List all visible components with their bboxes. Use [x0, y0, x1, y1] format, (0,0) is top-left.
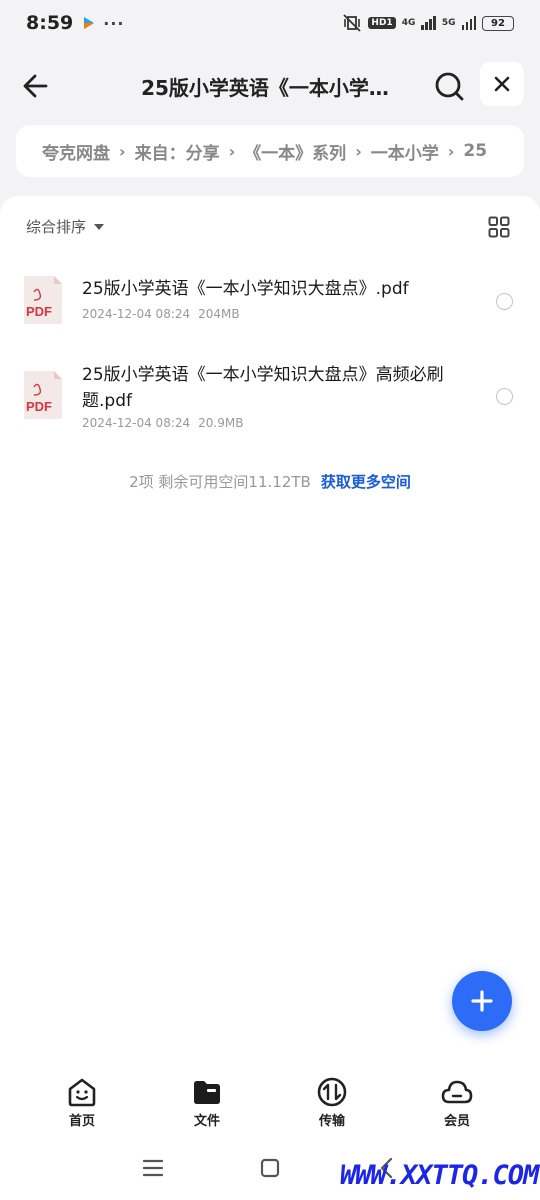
status-bar: 8:59 ··· HD1 4G 5G 92 — [0, 0, 540, 46]
file-name: 25版小学英语《一本小学知识大盘点》.pdf — [82, 279, 409, 299]
breadcrumb-item-root[interactable]: 夸克网盘 — [42, 139, 110, 164]
breadcrumb-item-folder[interactable]: 一本小学 — [371, 139, 439, 164]
sort-label: 综合排序 — [26, 218, 87, 236]
file-meta: 2024-12-04 08:24 20.9MB — [82, 416, 251, 430]
cloud-icon — [441, 1080, 473, 1104]
file-row[interactable]: PDF 25版小学英语《一本小学知识大盘点》高频必刷题.pdf 2024-12-… — [0, 360, 540, 440]
home-icon — [68, 1078, 96, 1107]
net-4g-label: 4G — [401, 18, 416, 28]
chevron-right-icon: › — [447, 141, 455, 161]
breadcrumb-item-current[interactable]: 25 — [463, 141, 487, 161]
search-icon[interactable] — [432, 68, 468, 104]
file-date: 2024-12-04 08:24 — [82, 416, 191, 430]
select-radio[interactable] — [496, 388, 513, 405]
storage-info: 2项 剩余可用空间11.12TB 获取更多空间 — [0, 471, 540, 492]
file-row[interactable]: PDF 25版小学英语《一本小学知识大盘点》.pdf 2024-12-04 08… — [0, 266, 540, 336]
pdf-file-icon: PDF — [24, 371, 62, 419]
tab-transfer[interactable]: 传输 — [292, 1076, 372, 1129]
battery-icon: 92 — [482, 15, 514, 31]
chevron-right-icon: › — [228, 141, 236, 161]
plus-icon — [471, 990, 493, 1012]
file-list-panel: 综合排序 PDF 25版小学英语《一本小学知识大盘点》.pdf 2024-12-… — [0, 196, 540, 1200]
file-meta: 2024-12-04 08:24 204MB — [82, 307, 248, 321]
tab-membership[interactable]: 会员 — [417, 1076, 497, 1129]
pdf-label: PDF — [26, 304, 52, 319]
grid-view-icon[interactable] — [488, 216, 510, 238]
app-play-icon — [84, 17, 95, 29]
get-more-space-link[interactable]: 获取更多空间 — [321, 473, 411, 491]
status-icons: HD1 4G 5G 92 — [342, 14, 514, 32]
pdf-file-icon: PDF — [24, 276, 62, 324]
status-time: 8:59 — [26, 12, 74, 34]
menu-icon[interactable] — [141, 1156, 165, 1180]
tab-files[interactable]: 文件 — [167, 1076, 247, 1129]
close-button[interactable] — [480, 62, 524, 106]
page-title: 25版小学英语《一本小学… — [141, 76, 389, 100]
signal-icon-2 — [461, 16, 476, 30]
breadcrumb-item-series[interactable]: 《一本》系列 — [244, 139, 346, 164]
sort-dropdown[interactable]: 综合排序 — [26, 216, 105, 237]
header: 25版小学英语《一本小学… — [0, 58, 540, 114]
close-icon — [494, 76, 510, 92]
watermark-text: WWW.XXTTQ.COM — [340, 1160, 539, 1191]
file-size: 20.9MB — [198, 416, 244, 430]
pdf-label: PDF — [26, 399, 52, 414]
net-5g-label: 5G — [441, 18, 456, 28]
storage-summary: 2项 剩余可用空间11.12TB — [129, 473, 311, 491]
chevron-right-icon: › — [119, 141, 126, 161]
tab-label: 文件 — [193, 1114, 220, 1129]
add-button[interactable] — [452, 971, 512, 1031]
hd-badge: HD1 — [368, 17, 396, 29]
caret-down-icon — [94, 223, 105, 230]
file-size: 204MB — [198, 307, 240, 321]
file-name: 25版小学英语《一本小学知识大盘点》高频必刷题.pdf — [82, 365, 444, 411]
breadcrumb-item-share[interactable]: 来自：分享 — [135, 139, 220, 164]
folder-icon — [194, 1081, 220, 1104]
tab-label: 首页 — [68, 1114, 95, 1129]
vibrate-off-icon — [343, 14, 362, 32]
tab-home[interactable]: 首页 — [42, 1076, 122, 1129]
home-square-icon[interactable] — [258, 1156, 282, 1180]
status-more-dots: ··· — [103, 13, 125, 33]
chevron-right-icon: › — [355, 141, 362, 161]
bottom-tab-bar: 首页 文件 传输 会员 — [0, 1070, 540, 1140]
file-date: 2024-12-04 08:24 — [82, 307, 191, 321]
breadcrumb: 夸克网盘 › 来自：分享 › 《一本》系列 › 一本小学 › 25 — [16, 125, 524, 177]
select-radio[interactable] — [496, 293, 513, 310]
tab-label: 会员 — [443, 1114, 470, 1129]
back-arrow-icon[interactable] — [18, 68, 54, 104]
signal-icon — [421, 16, 436, 30]
transfer-icon — [317, 1077, 347, 1107]
tab-label: 传输 — [318, 1114, 345, 1129]
